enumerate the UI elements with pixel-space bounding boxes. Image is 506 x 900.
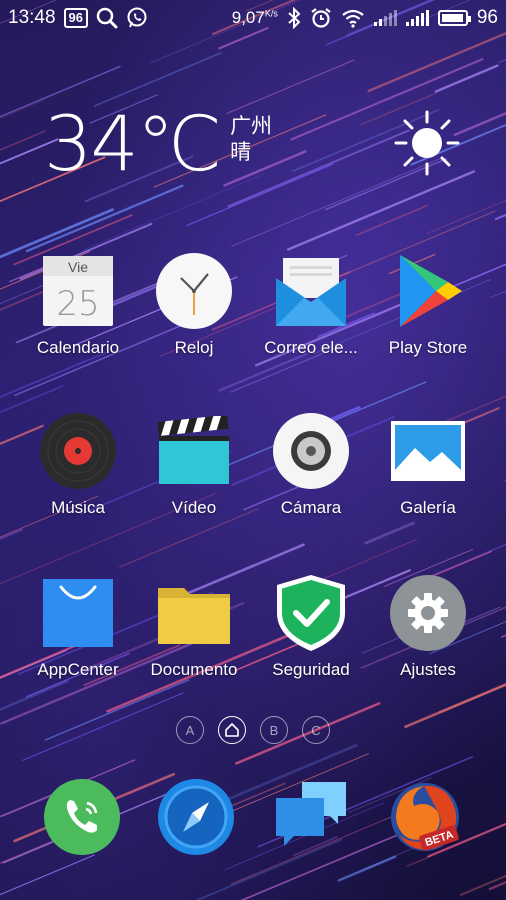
app-correo[interactable]: Correo ele... [248,252,374,358]
dock: BETA [0,778,506,868]
app-label: Play Store [388,338,468,357]
app-label: Cámara [280,498,342,517]
dock-messages[interactable] [248,778,374,856]
app-label: Galería [400,498,456,517]
phone-icon [43,778,121,856]
play-store-icon [389,252,467,330]
calendar-icon: Vie 25 [39,252,117,330]
app-label: Seguridad [272,660,350,679]
app-label: Vídeo [171,498,217,517]
page-dot-b[interactable]: B [260,716,288,744]
gallery-icon [389,412,467,490]
svg-text:Vie: Vie [68,259,88,275]
page-dot-c[interactable]: C [302,716,330,744]
shield-icon [272,574,350,652]
app-galeria[interactable]: Galería [365,412,491,518]
app-musica[interactable]: Música [15,412,141,518]
app-video[interactable]: Vídeo [131,412,257,518]
home-icon [225,723,239,737]
firefox-beta-icon: BETA [386,778,464,856]
app-label: Ajustes [400,660,456,679]
app-camara[interactable]: Cámara [248,412,374,518]
app-appcenter[interactable]: AppCenter [15,574,141,680]
app-label: Documento [150,660,238,679]
browser-icon [157,778,235,856]
appcenter-icon [39,574,117,652]
page-dot-a[interactable]: A [176,716,204,744]
app-label: Correo ele... [264,338,358,357]
svg-text:25: 25 [56,284,99,324]
dock-browser[interactable] [133,778,259,856]
dock-firefox-beta[interactable]: BETA [362,778,488,856]
video-icon [155,412,233,490]
app-label: Calendario [36,338,120,357]
app-reloj[interactable]: Reloj [131,252,257,358]
mail-icon [272,252,350,330]
clock-icon [155,252,233,330]
app-documento[interactable]: Documento [131,574,257,680]
app-seguridad[interactable]: Seguridad [248,574,374,680]
music-icon [39,412,117,490]
dock-phone[interactable] [19,778,145,856]
app-label: Música [51,498,105,517]
page-dot-home[interactable] [218,716,246,744]
app-play-store[interactable]: Play Store [365,252,491,358]
app-label: AppCenter [37,660,119,679]
camera-icon [272,412,350,490]
page-indicator: A B C [0,716,506,744]
app-label: Reloj [174,338,214,357]
settings-icon [389,574,467,652]
app-grid: Vie 25 Calendario Reloj Correo ele... Pl… [0,0,506,900]
app-ajustes[interactable]: Ajustes [365,574,491,680]
messages-icon [272,778,350,856]
app-calendario[interactable]: Vie 25 Calendario [15,252,141,358]
folder-icon [155,574,233,652]
